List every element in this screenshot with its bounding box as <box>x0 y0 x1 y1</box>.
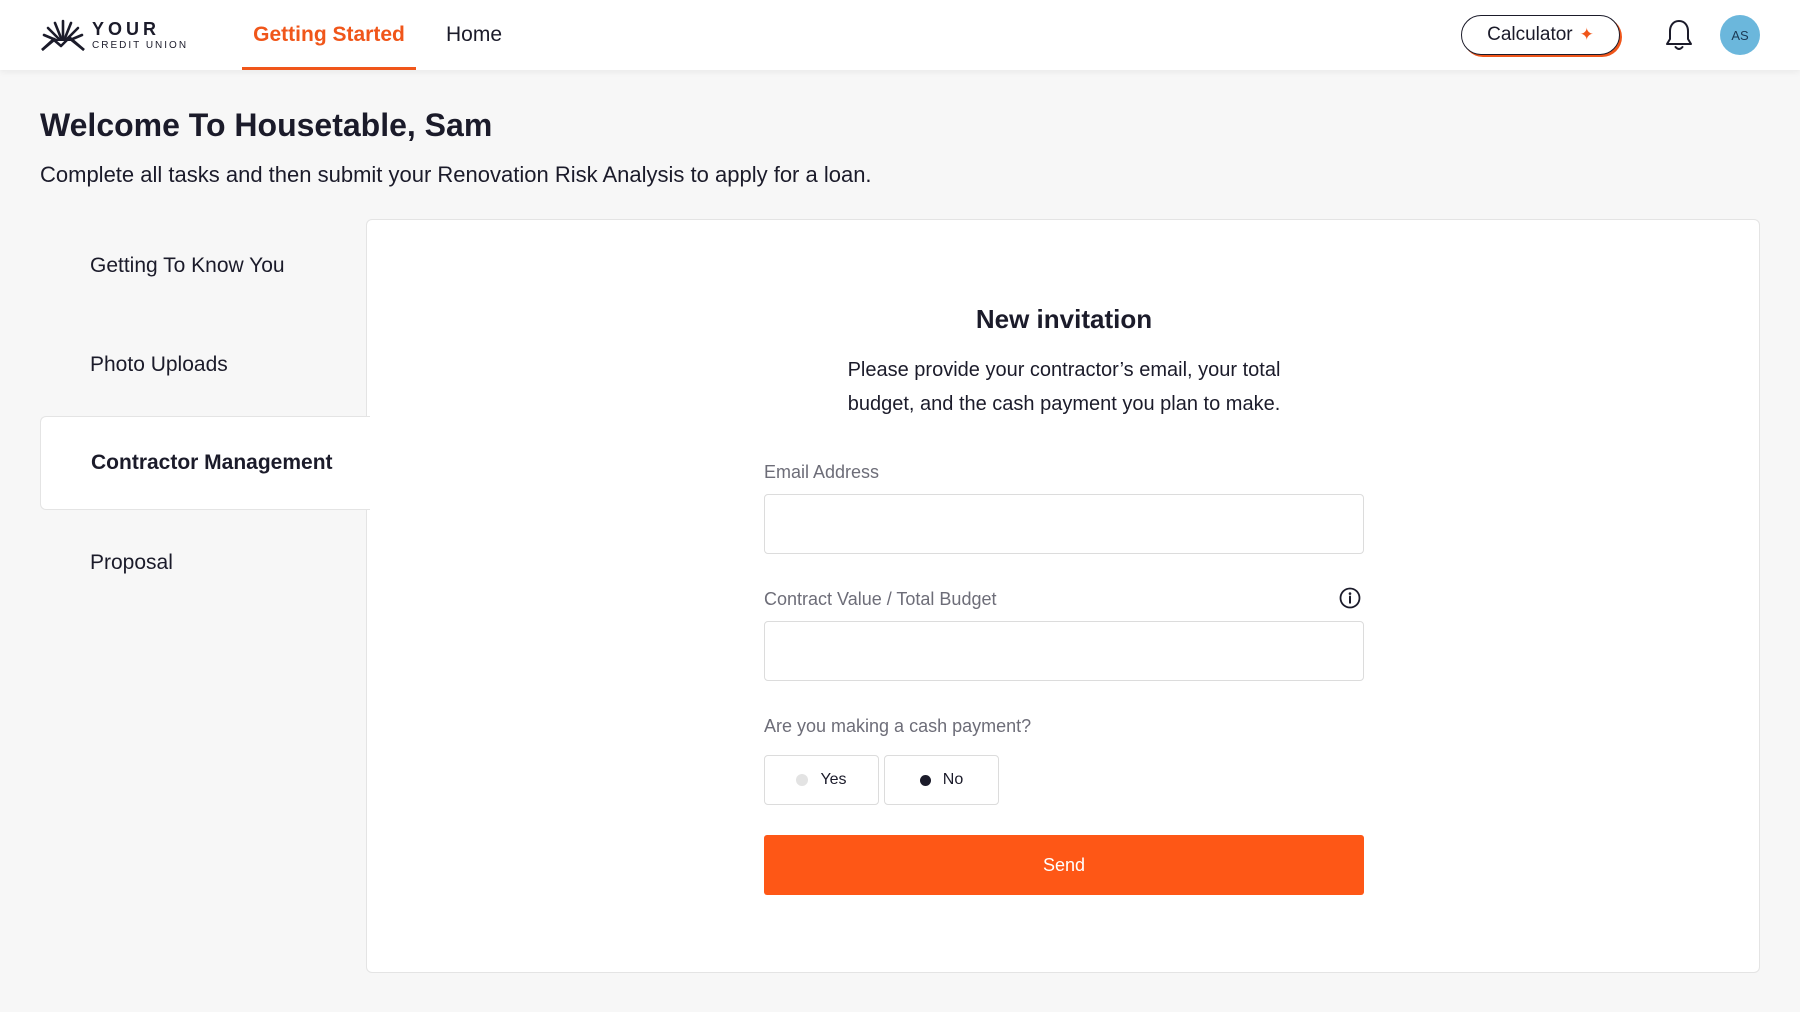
tab-home-label: Home <box>446 23 503 46</box>
contract-value-label: Contract Value / Total Budget <box>764 589 997 609</box>
form-title: New invitation <box>975 304 1153 334</box>
user-avatar[interactable]: AS <box>1720 15 1760 55</box>
logo-line-your: YOUR <box>92 18 161 39</box>
sidebar-item-contractor-management[interactable]: Contractor Management <box>40 416 370 510</box>
sidebar-item-proposal[interactable]: Proposal <box>40 516 367 610</box>
info-icon-svg <box>1339 587 1361 609</box>
sidebar-item-label: Proposal <box>90 551 173 574</box>
email-address-input[interactable] <box>764 494 1364 554</box>
page-subtitle: Complete all tasks and then submit your … <box>40 162 872 187</box>
send-button-label: Send <box>1042 854 1086 875</box>
sidebar-item-label: Getting To Know You <box>90 254 285 277</box>
cash-payment-question: Are you making a cash payment? <box>764 716 1032 736</box>
sidebar-item-label: Photo Uploads <box>90 353 228 376</box>
contractor-invitation-panel: New invitation Please provide your contr… <box>366 219 1760 973</box>
calculator-button[interactable]: Calculator ✦ <box>1461 15 1620 55</box>
radio-yes-label: Yes <box>820 771 847 788</box>
bell-icon[interactable] <box>1664 18 1694 52</box>
your-credit-union-logo[interactable]: YOUR CREDIT UNION <box>40 15 188 55</box>
radio-selected-indicator <box>919 774 931 786</box>
email-address-label: Email Address <box>764 462 880 482</box>
logo-text: YOUR CREDIT UNION <box>92 20 188 51</box>
tab-home[interactable]: Home <box>446 0 502 70</box>
sparkle-icon: ✦ <box>1579 25 1594 44</box>
tab-getting-started[interactable]: Getting Started <box>242 0 416 70</box>
form-description: Please provide your contractor’s email, … <box>847 359 1281 415</box>
sidebar-item-photo-uploads[interactable]: Photo Uploads <box>40 318 367 412</box>
logo-line-credit-union: CREDIT UNION <box>92 39 189 51</box>
sidebar-item-getting-to-know-you[interactable]: Getting To Know You <box>40 219 367 313</box>
cash-payment-yes-radio[interactable]: Yes <box>764 755 879 805</box>
tab-getting-started-label: Getting Started <box>253 23 405 46</box>
calculator-button-label: Calculator <box>1487 24 1573 45</box>
bell-icon-svg <box>1666 20 1692 50</box>
send-button[interactable]: Send <box>764 835 1364 895</box>
top-navigation-bar: YOUR CREDIT UNION Getting Started Home C… <box>0 0 1800 70</box>
cash-payment-no-radio[interactable]: No <box>884 755 999 805</box>
avatar-initials: AS <box>1731 27 1749 43</box>
radio-no-label: No <box>942 771 964 788</box>
sunburst-logo-icon <box>41 19 85 53</box>
page-title: Welcome To Housetable, Sam <box>40 107 493 143</box>
sidebar-item-label: Contractor Management <box>91 451 333 474</box>
info-icon[interactable] <box>1339 587 1361 609</box>
contract-value-input[interactable] <box>764 621 1364 681</box>
radio-unselected-indicator <box>796 774 809 786</box>
